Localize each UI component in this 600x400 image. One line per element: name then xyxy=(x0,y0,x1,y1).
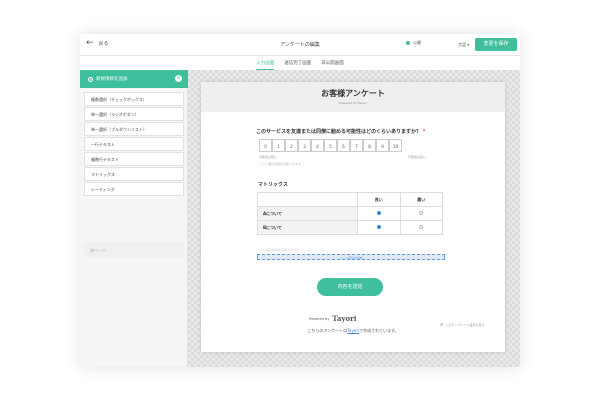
template-settings-link[interactable]: ⚙ このテンプレート設定を見る xyxy=(440,322,485,327)
scale-option[interactable]: 2 xyxy=(285,139,298,152)
tab-complete[interactable]: 送信完了画面 xyxy=(284,56,311,70)
footer-link[interactable]: Tayori xyxy=(347,328,359,333)
tab-input[interactable]: 入力画面 xyxy=(256,56,275,70)
sidebar-item-rating[interactable]: レーティング xyxy=(84,182,184,196)
matrix-corner xyxy=(257,192,358,207)
question-nps-text: このサービスを友達または同僚に勧める可能性はどのくらいありますか？ xyxy=(256,129,422,135)
scale-option[interactable]: 3 xyxy=(298,139,311,152)
matrix-header-row: 良い 悪い xyxy=(257,192,443,207)
scale-low-label: 可能性は低い xyxy=(259,155,278,159)
top-bar: ← 戻る アンケートの編集 公開 言語 ▾ 変更を保存 xyxy=(80,34,520,56)
scale-high-label: 可能性は高い xyxy=(408,155,427,159)
question-nps-label[interactable]: このサービスを友達または同僚に勧める可能性はどのくらいありますか？ * xyxy=(256,128,425,135)
sidebar-item-multi-line[interactable]: 複数行テキスト xyxy=(84,152,184,166)
page-break-label: 改ページ xyxy=(90,248,106,253)
matrix-cell[interactable] xyxy=(357,220,401,235)
matrix-row-label: Aについて xyxy=(257,206,358,221)
form-title[interactable]: お客様アンケート xyxy=(201,82,505,99)
sidebar-item-pulldown[interactable]: 単一選択（プルダウンリスト） xyxy=(84,122,184,136)
radio-icon[interactable] xyxy=(419,211,424,215)
survey-form: お客様アンケート Powered by Tayori このサービスを友達または同… xyxy=(201,82,505,352)
scale-option[interactable]: 9 xyxy=(376,139,389,152)
scale-option[interactable]: 7 xyxy=(350,139,363,152)
status-dot-icon xyxy=(406,41,410,45)
matrix-hint: ここに補足説明を記載できます xyxy=(257,248,300,252)
close-icon[interactable]: × xyxy=(175,75,182,82)
radio-selected-icon[interactable] xyxy=(376,211,381,215)
scale-option[interactable]: 10 xyxy=(389,139,402,152)
matrix-row: Bについて xyxy=(257,220,443,235)
form-header: お客様アンケート Powered by Tayori xyxy=(201,82,505,112)
submit-button[interactable]: 内容を送信 xyxy=(317,278,383,296)
add-item-label: 新規項目を追加 xyxy=(96,77,128,82)
matrix-table: 良い 悪い Aについて Bについて xyxy=(257,192,443,235)
scale-option[interactable]: 8 xyxy=(363,139,376,152)
powered-by-label: Powered by xyxy=(309,316,330,321)
scale-option[interactable]: 5 xyxy=(324,139,337,152)
matrix-row: Aについて xyxy=(257,206,443,221)
tab-private[interactable]: 非公開画面 xyxy=(321,56,344,70)
editor-window: ← 戻る アンケートの編集 公開 言語 ▾ 変更を保存 入力画面 送信完了画面 … xyxy=(80,34,520,367)
scale-option[interactable]: 1 xyxy=(272,139,285,152)
plus-circle-icon: + xyxy=(88,76,93,82)
matrix-col-bad: 悪い xyxy=(399,192,443,207)
drop-zone[interactable]: ここへ項目を移動 xyxy=(257,254,445,260)
footer-pre: こちらのアンケートは xyxy=(307,328,348,333)
sidebar-item-radio[interactable]: 単一選択（ラジオボタン） xyxy=(84,107,184,121)
matrix-row-label: Bについて xyxy=(257,220,358,235)
status-label: 公開 xyxy=(413,40,421,45)
publish-status-toggle[interactable]: 公開 xyxy=(406,40,421,46)
screen-tabs: 入力画面 送信完了画面 非公開画面 xyxy=(80,56,520,70)
gear-icon: ⚙ xyxy=(440,322,444,327)
matrix-cell[interactable] xyxy=(357,206,401,221)
scale-option[interactable]: 0 xyxy=(259,139,272,152)
form-footer: こちらのアンケートはTayoriで作成されています。 xyxy=(201,328,505,334)
scale-option[interactable]: 4 xyxy=(311,139,324,152)
matrix-title[interactable]: マトリックス xyxy=(258,181,288,188)
question-nps-hint: ここに補足説明を記載できます xyxy=(259,162,302,166)
save-button[interactable]: 変更を保存 xyxy=(475,38,517,51)
nps-scale: 0 1 2 3 4 5 6 7 8 9 10 xyxy=(259,139,402,152)
page-title: アンケートの編集 xyxy=(280,42,320,48)
radio-icon[interactable] xyxy=(419,225,424,229)
sidebar: + 新規項目を追加 × 複数選択（チェックボックス） 単一選択（ラジオボタン） … xyxy=(80,70,188,367)
sidebar-item-matrix[interactable]: マトリックス xyxy=(84,167,184,181)
powered-by: Powered by Tayori xyxy=(309,314,356,323)
language-select[interactable]: 言語 ▾ xyxy=(458,42,469,48)
radio-selected-icon[interactable] xyxy=(376,225,381,229)
form-powered-sub: Powered by Tayori xyxy=(339,101,367,105)
scale-option[interactable]: 6 xyxy=(337,139,350,152)
matrix-cell[interactable] xyxy=(399,220,443,235)
editor-canvas: お客様アンケート Powered by Tayori このサービスを友達または同… xyxy=(188,70,520,367)
template-note-label: このテンプレート設定を見る xyxy=(445,322,485,327)
sidebar-item-checkbox[interactable]: 複数選択（チェックボックス） xyxy=(84,92,184,106)
matrix-cell[interactable] xyxy=(399,206,443,221)
required-mark: * xyxy=(422,129,426,135)
footer-post: で作成されています。 xyxy=(359,328,399,333)
tayori-logo: Tayori xyxy=(332,314,357,323)
item-type-list: 複数選択（チェックボックス） 単一選択（ラジオボタン） 単一選択（プルダウンリス… xyxy=(84,92,184,197)
add-item-header: + 新規項目を追加 × xyxy=(80,70,188,88)
matrix-col-good: 良い xyxy=(357,192,401,207)
sidebar-item-single-line[interactable]: 一行テキスト xyxy=(84,137,184,151)
